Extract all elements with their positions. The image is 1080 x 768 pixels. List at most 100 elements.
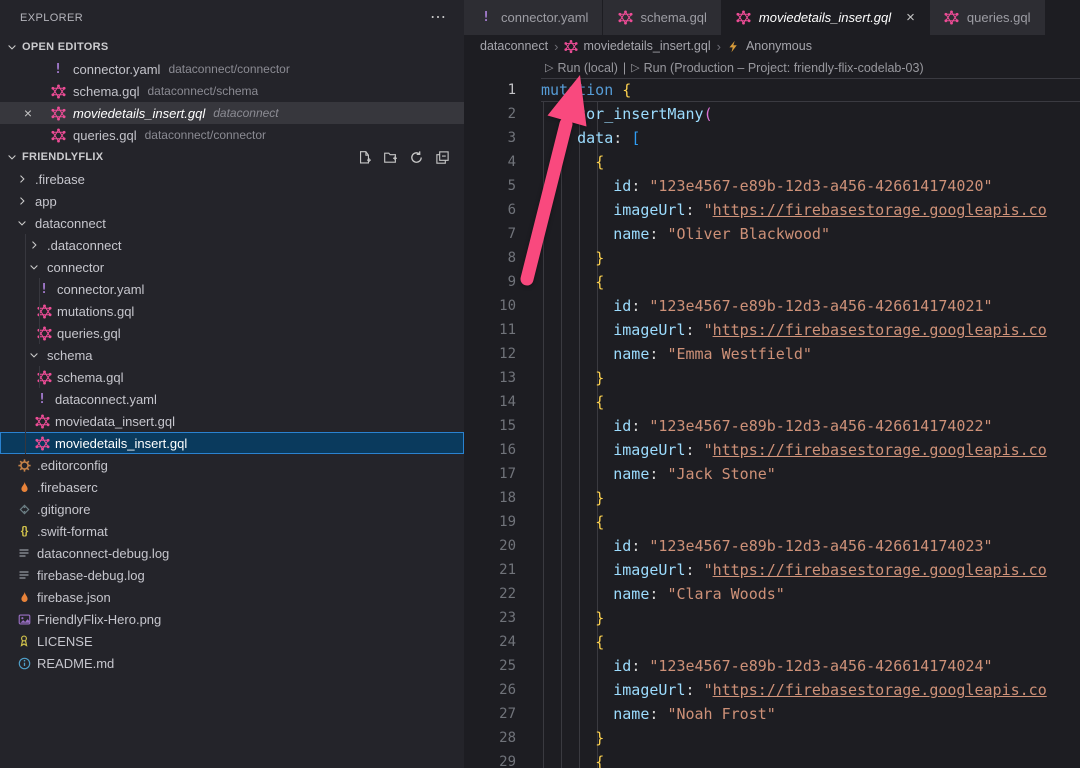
open-editor-queries.gql[interactable]: queries.gqldataconnect/connector [0,124,464,146]
run-production-label: Run (Production – Project: friendly-flix… [644,61,924,75]
line-number: 1 [464,78,516,102]
tree-item-connector[interactable]: connector [0,256,464,278]
code-line-12[interactable]: name: "Emma Westfield" [541,342,1080,366]
line-number: 18 [464,486,516,510]
run-production-link[interactable]: ▷ Run (Production – Project: friendly-fl… [631,61,923,75]
code-line-17[interactable]: name: "Jack Stone" [541,462,1080,486]
code-line-21[interactable]: imageUrl: "https://firebasestorage.googl… [541,558,1080,582]
line-number: 29 [464,750,516,768]
tree-item-label: FriendlyFlix-Hero.png [37,612,161,627]
tree-item-dataconnect.yaml[interactable]: !dataconnect.yaml [0,388,464,410]
code-line-6[interactable]: imageUrl: "https://firebasestorage.googl… [541,198,1080,222]
refresh-icon[interactable] [408,149,424,165]
tree-item-.firebase[interactable]: .firebase [0,168,464,190]
collapse-all-icon[interactable] [434,149,450,165]
code-line-10[interactable]: id: "123e4567-e89b-12d3-a456-42661417402… [541,294,1080,318]
gql-file-icon [34,413,50,429]
open-editor-moviedetails_insert.gql[interactable]: ×moviedetails_insert.gqldataconnect [0,102,464,124]
code-line-22[interactable]: name: "Clara Woods" [541,582,1080,606]
code-line-18[interactable]: } [541,486,1080,510]
chevron-down-icon [26,347,42,363]
tree-item-moviedata_insert.gql[interactable]: moviedata_insert.gql [0,410,464,432]
line-number: 6 [464,198,516,222]
more-actions-icon[interactable]: ⋯ [430,10,446,26]
breadcrumb-item-Anonymous[interactable]: Anonymous [727,39,812,53]
code-line-29[interactable]: { [541,750,1080,768]
code-line-19[interactable]: { [541,510,1080,534]
line-number: 7 [464,222,516,246]
line-number: 20 [464,534,516,558]
code-line-7[interactable]: name: "Oliver Blackwood" [541,222,1080,246]
tab-schema.gql[interactable]: schema.gql [603,0,720,35]
tab-queries.gql[interactable]: queries.gql [930,0,1045,35]
line-number: 3 [464,126,516,150]
tab-label: schema.gql [640,10,706,25]
code-area[interactable]: mutation { actor_insertMany( data: [ { i… [541,78,1080,768]
code-line-24[interactable]: { [541,630,1080,654]
tree-item-.firebaserc[interactable]: .firebaserc [0,476,464,498]
tree-item-.dataconnect[interactable]: .dataconnect [0,234,464,256]
breadcrumb-item-dataconnect[interactable]: dataconnect [480,39,548,53]
chevron-down-icon [26,259,42,275]
line-number: 4 [464,150,516,174]
tree-item-mutations.gql[interactable]: mutations.gql [0,300,464,322]
code-line-14[interactable]: { [541,390,1080,414]
open-editor-path: dataconnect/schema [147,84,258,98]
code-line-8[interactable]: } [541,246,1080,270]
open-editor-name: moviedetails_insert.gql [73,106,205,121]
open-editors-header[interactable]: OPEN EDITORS [0,36,464,58]
tree-item-.gitignore[interactable]: .gitignore [0,498,464,520]
tree-item-dataconnect-debug.log[interactable]: dataconnect-debug.log [0,542,464,564]
tree-item-.swift-format[interactable]: {}.swift-format [0,520,464,542]
code-line-20[interactable]: id: "123e4567-e89b-12d3-a456-42661417402… [541,534,1080,558]
code-line-26[interactable]: imageUrl: "https://firebasestorage.googl… [541,678,1080,702]
code-line-16[interactable]: imageUrl: "https://firebasestorage.googl… [541,438,1080,462]
tree-item-LICENSE[interactable]: LICENSE [0,630,464,652]
code-line-1[interactable]: mutation { [541,78,1080,102]
tree-item-dataconnect[interactable]: dataconnect [0,212,464,234]
tree-item-label: dataconnect [35,216,106,231]
code-line-3[interactable]: data: [ [541,126,1080,150]
close-icon[interactable]: × [906,10,915,25]
tree-item-schema.gql[interactable]: schema.gql [0,366,464,388]
close-icon[interactable]: × [20,105,36,121]
code-line-13[interactable]: } [541,366,1080,390]
new-folder-icon[interactable] [382,149,398,165]
tree-item-schema[interactable]: schema [0,344,464,366]
tree-item-README.md[interactable]: README.md [0,652,464,674]
open-editor-connector.yaml[interactable]: !connector.yamldataconnect/connector [0,58,464,80]
code-line-27[interactable]: name: "Noah Frost" [541,702,1080,726]
codelens: ▷ Run (local) | ▷ Run (Production – Proj… [464,57,1080,78]
tree-item-app[interactable]: app [0,190,464,212]
code-line-4[interactable]: { [541,150,1080,174]
tree-item-connector.yaml[interactable]: !connector.yaml [0,278,464,300]
new-file-icon[interactable] [356,149,372,165]
breadcrumb-item-moviedetails_insert.gql[interactable]: moviedetails_insert.gql [564,39,710,53]
line-number-gutter: 1234567891011121314151617181920212223242… [464,78,516,768]
open-editor-schema.gql[interactable]: schema.gql dataconnect/schema [0,80,464,102]
tree-item-.editorconfig[interactable]: .editorconfig [0,454,464,476]
tree-item-FriendlyFlix-Hero.png[interactable]: FriendlyFlix-Hero.png [0,608,464,630]
code-line-23[interactable]: } [541,606,1080,630]
tab-moviedetails_insert.gql[interactable]: moviedetails_insert.gql× [722,0,929,35]
code-line-28[interactable]: } [541,726,1080,750]
tab-connector.yaml[interactable]: !connector.yaml [464,0,602,35]
flame-file-icon [16,479,32,495]
code-line-9[interactable]: { [541,270,1080,294]
open-editor-name: schema.gql [73,84,139,99]
code-line-15[interactable]: id: "123e4567-e89b-12d3-a456-42661417402… [541,414,1080,438]
tree-item-moviedetails_insert.gql[interactable]: moviedetails_insert.gql [0,432,464,454]
project-header[interactable]: FRIENDLYFLIX [0,146,464,168]
tree-item-queries.gql[interactable]: queries.gql [0,322,464,344]
project-actions [356,149,464,165]
code-line-5[interactable]: id: "123e4567-e89b-12d3-a456-42661417402… [541,174,1080,198]
code-line-11[interactable]: imageUrl: "https://firebasestorage.googl… [541,318,1080,342]
run-local-link[interactable]: ▷ Run (local) [545,61,618,75]
tree-item-firebase-debug.log[interactable]: firebase-debug.log [0,564,464,586]
code-line-25[interactable]: id: "123e4567-e89b-12d3-a456-42661417402… [541,654,1080,678]
tree-item-firebase.json[interactable]: firebase.json [0,586,464,608]
code-line-2[interactable]: actor_insertMany( [541,102,1080,126]
explorer-title-bar: EXPLORER ⋯ [0,0,464,36]
tree-item-label: schema.gql [57,370,123,385]
open-editors-label: OPEN EDITORS [22,41,109,53]
